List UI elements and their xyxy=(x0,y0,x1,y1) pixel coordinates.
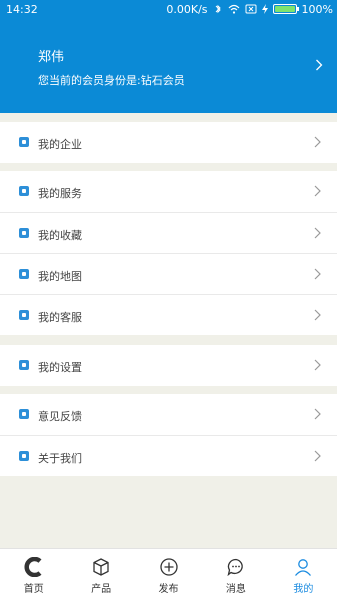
menu-item-label: 我的设置 xyxy=(38,361,82,374)
customer-service-icon xyxy=(19,310,29,320)
menu-item-label: 我的地图 xyxy=(38,270,82,283)
chevron-right-icon xyxy=(314,309,321,324)
status-time: 14:32 xyxy=(6,2,38,16)
network-speed: 0.00K/s xyxy=(166,2,208,16)
wifi-icon xyxy=(228,4,240,14)
enterprise-icon xyxy=(19,137,29,147)
menu-item-enterprise[interactable]: 我的企业 xyxy=(0,122,337,163)
menu-item-settings[interactable]: 我的设置 xyxy=(0,345,337,386)
tab-label: 首页 xyxy=(23,584,44,595)
menu-item-label: 意见反馈 xyxy=(38,410,82,423)
menu-item-label: 我的服务 xyxy=(38,187,82,200)
tab-label: 我的 xyxy=(293,584,314,595)
chevron-right-icon xyxy=(314,227,321,242)
settings-icon xyxy=(19,360,29,370)
menu-item-favorites[interactable]: 我的收藏 xyxy=(0,212,337,253)
tab-label: 产品 xyxy=(91,584,112,595)
menu-group-personal: 我的服务 我的收藏 我的地图 我的客服 xyxy=(0,171,337,335)
menu-item-label: 我的企业 xyxy=(38,138,82,151)
menu-item-service[interactable]: 我的服务 xyxy=(0,171,337,212)
menu-item-label: 我的客服 xyxy=(38,311,82,324)
tab-publish[interactable]: 发布 xyxy=(135,549,202,600)
menu-item-feedback[interactable]: 意见反馈 xyxy=(0,394,337,435)
feedback-icon xyxy=(19,409,29,419)
chat-bubble-icon xyxy=(227,558,243,577)
menu-item-map[interactable]: 我的地图 xyxy=(0,253,337,294)
menu-group-settings: 我的设置 xyxy=(0,345,337,386)
user-name: 郑伟 xyxy=(38,50,65,65)
tab-home[interactable]: 首页 xyxy=(0,549,67,600)
profile-header[interactable]: 郑伟 您当前的会员身份是:钻石会员 xyxy=(0,18,337,113)
favorites-icon xyxy=(19,228,29,238)
plus-circle-icon xyxy=(159,558,178,576)
service-icon xyxy=(19,186,29,196)
bottom-tab-bar: 首页 产品 发布 消息 我的 xyxy=(0,548,337,600)
chevron-right-icon xyxy=(314,408,321,423)
home-c-icon xyxy=(24,557,42,577)
no-sim-icon xyxy=(245,4,257,14)
tab-products[interactable]: 产品 xyxy=(67,549,134,600)
bluetooth-muted-icon xyxy=(213,4,223,14)
map-icon xyxy=(19,269,29,279)
tab-label: 消息 xyxy=(225,584,246,595)
menu-item-label: 我的收藏 xyxy=(38,229,82,242)
chevron-right-icon xyxy=(314,450,321,465)
tab-messages[interactable]: 消息 xyxy=(202,549,269,600)
membership-status: 您当前的会员身份是:钻石会员 xyxy=(38,74,185,87)
battery-percent: 100% xyxy=(301,2,333,16)
chevron-right-icon xyxy=(314,359,321,374)
chevron-right-icon xyxy=(314,185,321,200)
menu-item-about[interactable]: 关于我们 xyxy=(0,435,337,476)
menu-group-info: 意见反馈 关于我们 xyxy=(0,394,337,476)
status-indicators: 0.00K/s 100% xyxy=(166,3,333,16)
chevron-right-icon xyxy=(314,268,321,283)
status-bar: 14:32 0.00K/s 100% xyxy=(0,0,337,18)
person-icon xyxy=(295,559,312,576)
about-icon xyxy=(19,451,29,461)
battery-icon xyxy=(272,4,299,14)
tab-mine[interactable]: 我的 xyxy=(270,549,337,600)
chevron-right-icon xyxy=(314,136,321,151)
box-icon xyxy=(93,558,109,576)
menu-item-label: 关于我们 xyxy=(38,452,82,465)
charging-icon xyxy=(261,4,268,14)
tab-label: 发布 xyxy=(158,584,179,595)
menu-group-enterprise: 我的企业 xyxy=(0,122,337,163)
menu-item-customer-service[interactable]: 我的客服 xyxy=(0,294,337,335)
chevron-right-icon xyxy=(315,56,323,75)
